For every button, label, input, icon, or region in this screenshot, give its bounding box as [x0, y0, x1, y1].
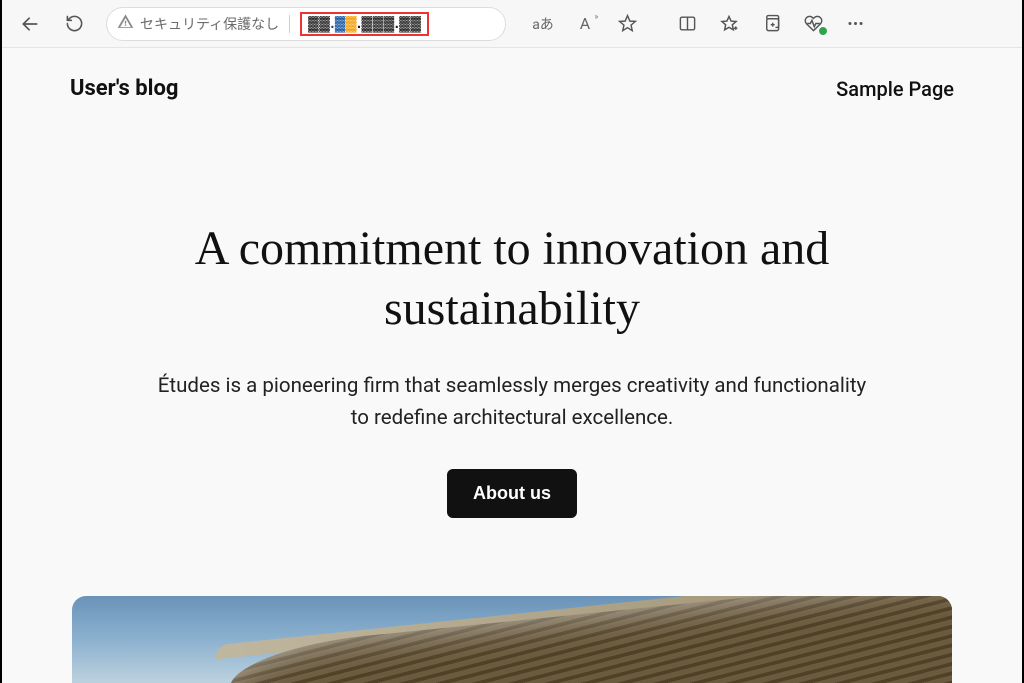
address-divider — [289, 15, 290, 33]
hero-section: A commitment to innovation and sustainab… — [2, 109, 1022, 518]
arrow-left-icon — [20, 14, 40, 34]
collections-button[interactable] — [752, 6, 790, 42]
address-bar[interactable]: セキュリティ保護なし ▓▓.▓▓.▓▓▓.▓▓ — [106, 7, 506, 41]
page-content: User's blog Sample Page A commitment to … — [2, 48, 1022, 683]
collections-icon — [762, 14, 781, 33]
reading-mode-button[interactable]: aあ — [524, 6, 562, 42]
toolbar-right: aあ A» — [524, 6, 874, 42]
more-menu-button[interactable] — [836, 6, 874, 42]
hero-image — [72, 596, 952, 683]
security-warning-text: セキュリティ保護なし — [140, 14, 279, 34]
status-dot-icon — [818, 26, 828, 36]
read-aloud-button[interactable]: A» — [566, 6, 604, 42]
star-plus-icon — [719, 14, 739, 34]
back-button[interactable] — [10, 6, 50, 42]
security-warning[interactable]: セキュリティ保護なし — [117, 13, 279, 34]
site-title[interactable]: User's blog — [70, 76, 178, 101]
font-a-icon: A» — [580, 14, 590, 33]
reading-mode-label: aあ — [532, 14, 554, 34]
refresh-button[interactable] — [54, 6, 94, 42]
favorites-list-button[interactable] — [710, 6, 748, 42]
nav-sample-page[interactable]: Sample Page — [836, 77, 954, 101]
warning-triangle-icon — [117, 13, 134, 34]
hero-subheading: Études is a pioneering firm that seamles… — [152, 371, 872, 435]
favorite-button[interactable] — [608, 6, 646, 42]
hero-heading: A commitment to innovation and sustainab… — [62, 219, 962, 339]
browser-toolbar: セキュリティ保護なし ▓▓.▓▓.▓▓▓.▓▓ aあ A» — [2, 0, 1022, 48]
url-display: ▓▓.▓▓.▓▓▓.▓▓ — [300, 12, 429, 36]
site-nav: Sample Page — [836, 77, 954, 101]
refresh-icon — [65, 14, 84, 33]
split-screen-button[interactable] — [668, 6, 706, 42]
about-us-button[interactable]: About us — [447, 469, 577, 518]
split-screen-icon — [678, 14, 697, 33]
ellipsis-icon — [846, 14, 865, 33]
performance-button[interactable] — [794, 6, 832, 42]
star-icon — [618, 14, 637, 33]
site-header: User's blog Sample Page — [2, 48, 1022, 109]
